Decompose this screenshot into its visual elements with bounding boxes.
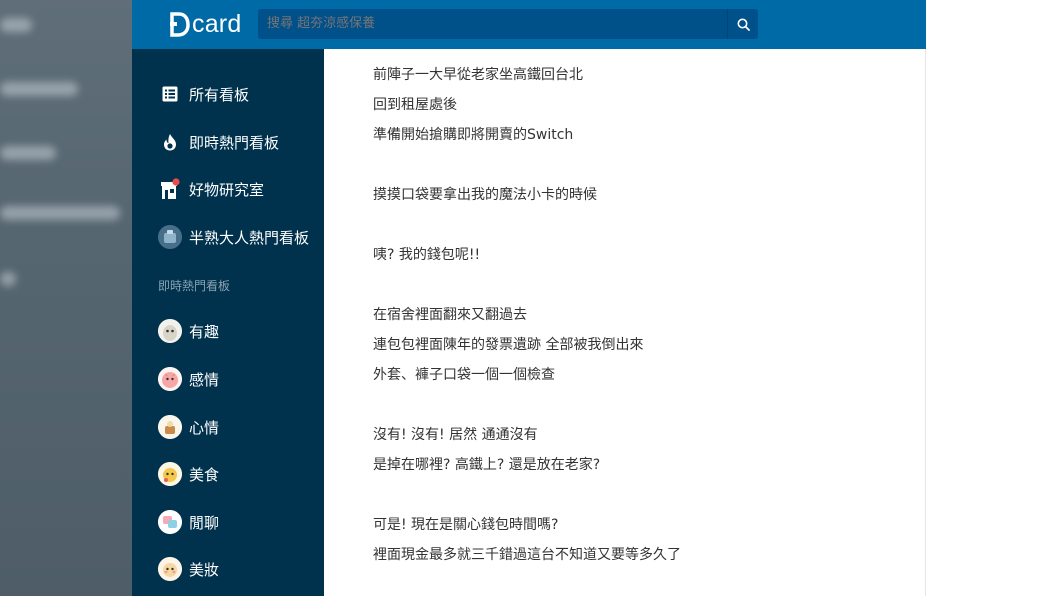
search-icon xyxy=(737,18,750,31)
sidebar-item-makeup[interactable]: 美妝 xyxy=(158,555,219,583)
relationship-avatar-icon xyxy=(158,367,182,391)
logo-text: card xyxy=(192,10,242,38)
sidebar-item-label: 美妝 xyxy=(189,560,220,579)
post-content-area: 前陣子一大早從老家坐高鐵回台北 回到租屋處後準備開始搶購即將開賣的Switch 摸摸… xyxy=(324,49,926,596)
sidebar-item-all-boards[interactable]: 所有看板 xyxy=(158,80,249,108)
sidebar-item-food[interactable]: 美食 xyxy=(158,460,219,488)
funny-avatar-icon xyxy=(158,319,182,343)
post-text-line: 可是! 現在是關心錢包時間嗎? xyxy=(373,517,559,533)
mood-avatar-icon xyxy=(158,415,182,439)
post-text-line: 外套、褲子口袋一個一個檢查 xyxy=(373,367,555,383)
dcard-logo[interactable]: card xyxy=(170,8,241,40)
post-text-line: 在宿舍裡面翻來又翻過去 xyxy=(373,307,527,323)
fire-icon xyxy=(158,130,182,154)
post-text-line: 摸摸口袋要拿出我的魔法小卡的時候 xyxy=(373,187,597,203)
search-button[interactable] xyxy=(727,9,758,39)
sidebar-item-label: 有趣 xyxy=(189,322,220,341)
post-text-line: 咦? 我的錢包呢!! xyxy=(373,247,481,263)
sidebar-item-hot-boards[interactable]: 即時熱門看板 xyxy=(158,128,279,156)
sidebar-item-mood[interactable]: 心情 xyxy=(158,413,219,441)
blurred-background-left xyxy=(0,0,132,596)
post-text-line: 前陣子一大早從老家坐高鐵回台北 xyxy=(373,67,583,83)
sidebar-item-label: 心情 xyxy=(189,418,220,437)
post-body: 前陣子一大早從老家坐高鐵回台北 回到租屋處後準備開始搶購即將開賣的Switch 摸摸… xyxy=(373,62,893,572)
post-text-line: 裡面現金最多就三千錯過這台不知道又要等多久了 xyxy=(373,547,681,563)
post-text-line: 連包包裡面陳年的發票遺跡 全部被我倒出來 xyxy=(373,337,644,353)
sidebar-item-label: 所有看板 xyxy=(189,85,250,104)
sidebar-item-adult-boards[interactable]: 半熟大人熱門看板 xyxy=(158,223,309,251)
right-margin xyxy=(926,0,1060,596)
food-avatar-icon xyxy=(158,462,182,486)
post-text-line: 準備開始搶購即將開賣的Switch xyxy=(373,127,574,143)
chat-avatar-icon xyxy=(158,510,182,534)
search-input[interactable] xyxy=(258,9,727,39)
board-avatar-icon xyxy=(158,225,182,249)
sidebar: 所有看板 即時熱門看板 好物研究室 半熟大人熱門看板 即時熱門看板 有趣 感情 … xyxy=(132,49,324,596)
sidebar-item-relationship[interactable]: 感情 xyxy=(158,365,219,393)
sidebar-item-goods-lab[interactable]: 好物研究室 xyxy=(158,175,264,203)
sidebar-item-label: 閒聊 xyxy=(189,513,220,532)
makeup-avatar-icon xyxy=(158,557,182,581)
top-navbar: card xyxy=(132,0,926,49)
sidebar-item-label: 美食 xyxy=(189,465,220,484)
post-text-line: 是掉在哪裡? 高鐵上? 還是放在老家? xyxy=(373,457,601,473)
sidebar-item-label: 即時熱門看板 xyxy=(189,133,280,152)
hot-boards-section-title: 即時熱門看板 xyxy=(158,279,231,293)
sidebar-item-chat[interactable]: 閒聊 xyxy=(158,508,219,536)
post-text-line: 回到租屋處後 xyxy=(373,97,457,113)
post-text-line: 沒有! 沒有! 居然 通通沒有 xyxy=(373,427,538,443)
sidebar-item-label: 感情 xyxy=(189,370,220,389)
list-icon xyxy=(158,82,182,106)
sidebar-item-label: 好物研究室 xyxy=(189,180,265,199)
shop-icon xyxy=(158,177,182,201)
sidebar-item-funny[interactable]: 有趣 xyxy=(158,317,219,345)
dcard-d-icon xyxy=(170,11,190,37)
sidebar-item-label: 半熟大人熱門看板 xyxy=(189,228,310,247)
